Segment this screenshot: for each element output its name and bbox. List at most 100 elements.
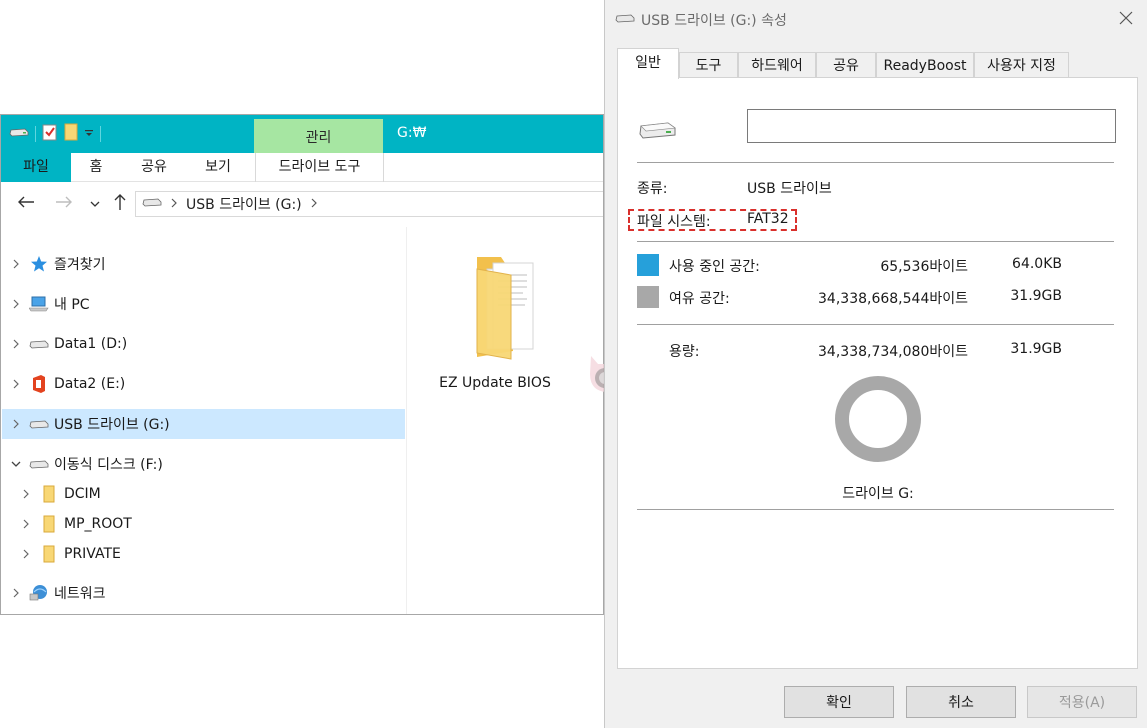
drive-icon xyxy=(29,415,49,433)
capacity-bytes: 34,338,734,080바이트 xyxy=(818,344,968,360)
divider xyxy=(637,509,1114,510)
file-explorer-window: 관리 G:₩ 파일 홈 공유 보기 드라이브 도구 USB 드라이브 (G:) … xyxy=(0,114,604,615)
tree-item-usb-drive[interactable]: USB 드라이브 (G:) xyxy=(2,409,405,439)
address-bar[interactable]: USB 드라이브 (G:) xyxy=(135,191,603,217)
drive-icon xyxy=(29,335,49,353)
tree-item-label: Data1 (D:) xyxy=(54,336,128,352)
capacity-label: 용량: xyxy=(669,344,700,360)
arrow-up-icon xyxy=(113,193,127,215)
tab-readyboost[interactable]: ReadyBoost xyxy=(876,52,974,78)
title-bar: 관리 G:₩ xyxy=(1,115,603,153)
filesystem-value: FAT32 xyxy=(747,211,789,227)
tab-file[interactable]: 파일 xyxy=(1,153,71,182)
tab-tools[interactable]: 도구 xyxy=(679,52,738,78)
tab-view[interactable]: 보기 xyxy=(193,153,243,182)
tree-item-data2[interactable]: Data2 (E:) xyxy=(9,369,405,399)
close-icon xyxy=(1119,6,1133,30)
chevron-right-icon[interactable] xyxy=(9,418,23,430)
tab-customize[interactable]: 사용자 지정 xyxy=(974,52,1069,78)
tree-item-this-pc[interactable]: 내 PC xyxy=(9,289,405,319)
recent-locations-button[interactable] xyxy=(84,193,106,215)
volume-name-input[interactable] xyxy=(747,109,1116,143)
chevron-down-icon[interactable] xyxy=(84,126,94,142)
tree-item-private[interactable]: PRIVATE xyxy=(19,539,405,569)
tree-item-mp-root[interactable]: MP_ROOT xyxy=(19,509,405,539)
properties-dialog: USB 드라이브 (G:) 속성 일반 도구 하드웨어 공유 ReadyBoos… xyxy=(604,0,1147,728)
tab-home[interactable]: 홈 xyxy=(77,153,115,182)
tree-item-label: DCIM xyxy=(64,486,101,502)
tree-item-network[interactable]: 네트워크 xyxy=(9,578,405,608)
drive-caption: 드라이브 G: xyxy=(842,486,914,502)
usb-drive-icon xyxy=(638,118,678,146)
folder-name: EZ Update BIOS xyxy=(439,375,551,391)
dialog-title-text: USB 드라이브 (G:) 속성 xyxy=(641,13,787,29)
tree-item-dcim[interactable]: DCIM xyxy=(19,479,405,509)
tree-item-label: Data2 (E:) xyxy=(54,376,126,392)
chevron-right-icon[interactable] xyxy=(9,258,23,270)
divider xyxy=(637,162,1114,163)
folder-icon xyxy=(39,485,59,503)
divider xyxy=(637,241,1114,242)
close-button[interactable] xyxy=(1115,8,1137,30)
chevron-down-icon[interactable] xyxy=(9,460,23,468)
used-space-label: 사용 중인 공간: xyxy=(669,259,760,275)
office-drive-icon xyxy=(29,375,49,393)
used-space-bytes: 65,536바이트 xyxy=(880,259,968,275)
star-icon xyxy=(29,255,49,273)
chevron-right-icon[interactable] xyxy=(9,378,23,390)
properties-icon[interactable] xyxy=(42,123,58,145)
chevron-right-icon[interactable] xyxy=(19,488,33,500)
divider xyxy=(637,324,1114,325)
tree-item-label: 내 PC xyxy=(54,297,90,313)
free-space-bytes: 34,338,668,544바이트 xyxy=(818,291,968,307)
tree-item-label: 네트워크 xyxy=(54,586,106,602)
tab-share[interactable]: 공유 xyxy=(129,153,179,182)
free-space-size: 31.9GB xyxy=(1010,288,1062,304)
forward-button[interactable] xyxy=(53,193,75,215)
chevron-right-icon[interactable] xyxy=(19,548,33,560)
tree-item-favorites[interactable]: 즐겨찾기 xyxy=(9,249,405,279)
chevron-right-icon[interactable] xyxy=(310,196,318,212)
ok-button[interactable]: 확인 xyxy=(784,686,894,718)
tree-item-label: 즐겨찾기 xyxy=(54,257,106,273)
arrow-left-icon xyxy=(17,195,35,213)
tree-item-label: USB 드라이브 (G:) xyxy=(54,417,170,433)
new-folder-icon[interactable] xyxy=(64,123,78,145)
arrow-right-icon xyxy=(55,195,73,213)
type-label: 종류: xyxy=(637,181,668,197)
tree-item-label: 이동식 디스크 (F:) xyxy=(54,457,163,473)
drive-icon xyxy=(142,196,162,212)
tab-drive-tools[interactable]: 드라이브 도구 xyxy=(255,153,384,182)
general-tab-panel: 종류: USB 드라이브 파일 시스템: FAT32 사용 중인 공간: 65,… xyxy=(617,77,1138,669)
ribbon-tabs: 파일 홈 공유 보기 드라이브 도구 xyxy=(1,153,603,182)
chevron-right-icon[interactable] xyxy=(9,338,23,350)
apply-button[interactable]: 적용(A) xyxy=(1027,686,1137,718)
tab-sharing[interactable]: 공유 xyxy=(816,52,876,78)
capacity-size: 31.9GB xyxy=(1010,341,1062,357)
tab-general[interactable]: 일반 xyxy=(617,48,679,79)
free-space-ring xyxy=(835,376,921,462)
chevron-right-icon[interactable] xyxy=(9,587,23,599)
back-button[interactable] xyxy=(15,193,37,215)
tree-item-label: PRIVATE xyxy=(64,546,121,562)
manage-context-tab[interactable]: 관리 xyxy=(254,119,383,153)
cancel-button[interactable]: 취소 xyxy=(906,686,1016,718)
tree-item-label: MP_ROOT xyxy=(64,516,132,532)
tree-item-data1[interactable]: Data1 (D:) xyxy=(9,329,405,359)
folder-item[interactable]: EZ Update BIOS xyxy=(431,249,559,391)
tree-item-removable-disk[interactable]: 이동식 디스크 (F:) xyxy=(9,449,405,479)
type-value: USB 드라이브 xyxy=(747,181,832,197)
tab-hardware[interactable]: 하드웨어 xyxy=(738,52,816,78)
chevron-right-icon[interactable] xyxy=(9,298,23,310)
up-button[interactable] xyxy=(109,193,131,215)
free-space-label: 여유 공간: xyxy=(669,291,730,307)
drive-icon xyxy=(9,126,29,142)
pc-icon xyxy=(29,295,49,313)
chevron-right-icon[interactable] xyxy=(19,518,33,530)
folder-icon xyxy=(39,515,59,533)
folder-icon xyxy=(39,545,59,563)
chevron-down-icon xyxy=(90,196,100,212)
address-segment[interactable]: USB 드라이브 (G:) xyxy=(186,194,302,214)
drive-icon xyxy=(29,455,49,473)
network-icon xyxy=(29,584,49,602)
